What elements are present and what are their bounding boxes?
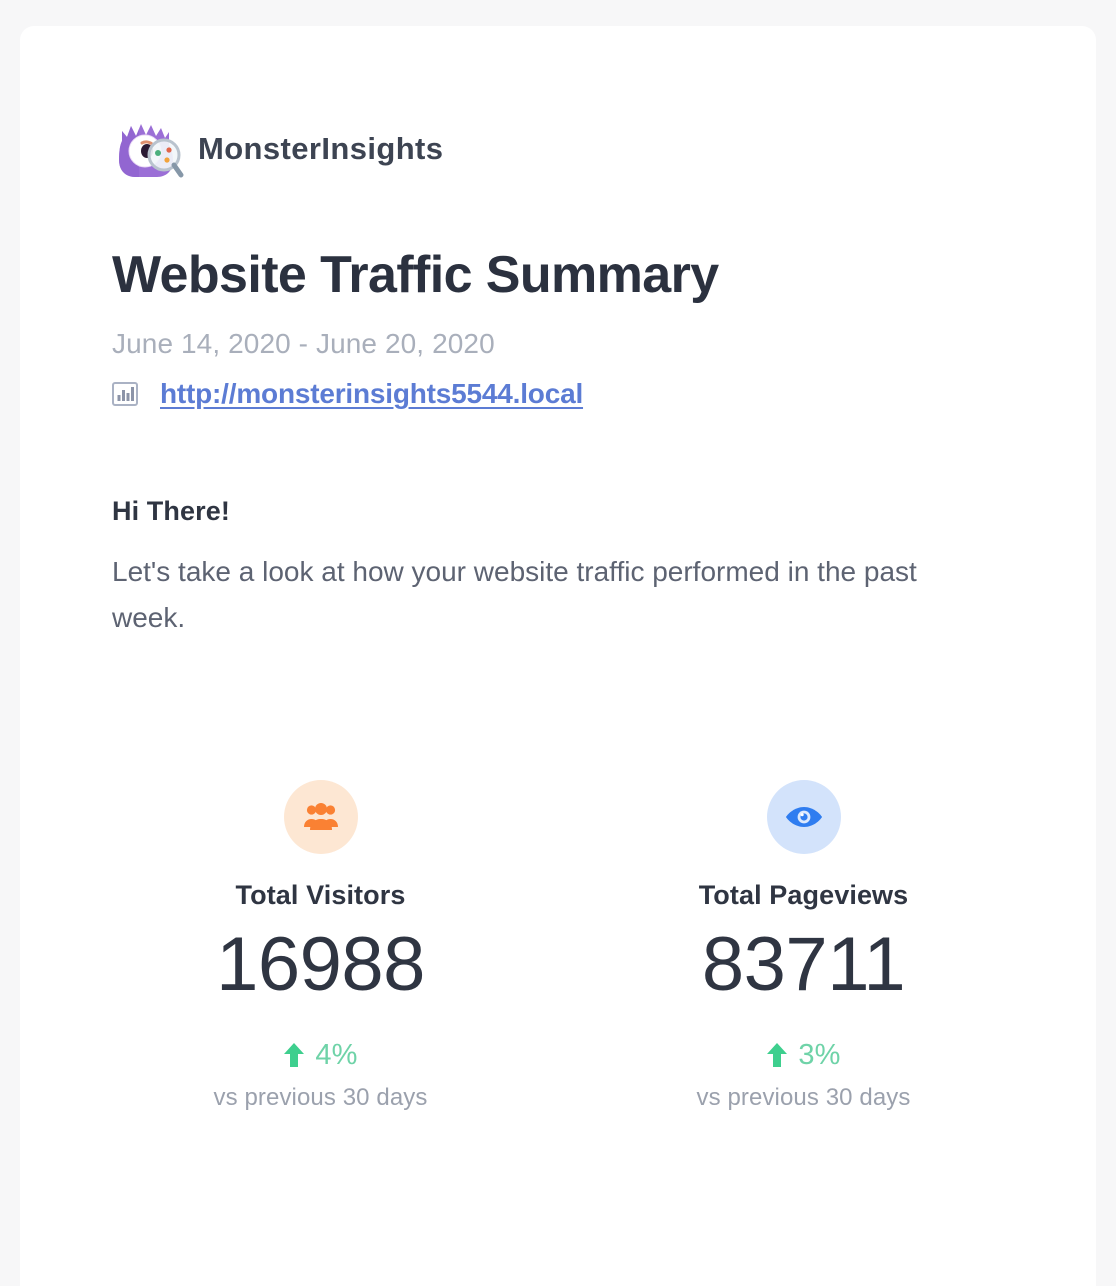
stats-grid: Total Visitors 16988 4% vs previous 30 d… bbox=[112, 640, 1026, 1112]
site-url-link[interactable]: http://monsterinsights5544.local bbox=[160, 378, 583, 410]
stat-card-total-pageviews: Total Pageviews 83711 3% vs previous 30 … bbox=[569, 779, 1026, 1112]
eye-icon bbox=[785, 804, 823, 830]
site-url-row: http://monsterinsights5544.local bbox=[112, 360, 1026, 410]
bar-chart-icon bbox=[112, 381, 138, 407]
stat-label: Total Pageviews bbox=[698, 879, 909, 910]
arrow-up-icon bbox=[283, 1042, 305, 1068]
stat-delta: 3% bbox=[581, 1005, 1026, 1072]
stat-value: 83711 bbox=[701, 921, 906, 1007]
stat-delta-value: 3% bbox=[798, 1038, 841, 1071]
brand-header: MonsterInsights bbox=[112, 112, 1026, 186]
users-group-icon bbox=[303, 801, 339, 833]
page-title: Website Traffic Summary bbox=[112, 246, 719, 304]
stat-compare-label: vs previous 30 days bbox=[696, 1083, 911, 1111]
visitors-badge bbox=[283, 779, 358, 854]
date-range: June 14, 2020 - June 20, 2020 bbox=[112, 327, 495, 359]
intro-text: Let's take a look at how your website tr… bbox=[112, 556, 917, 633]
stat-card-total-visitors: Total Visitors 16988 4% vs previous 30 d… bbox=[112, 779, 569, 1112]
stat-compare-label: vs previous 30 days bbox=[213, 1083, 428, 1111]
greeting-text: Hi There! bbox=[112, 496, 230, 527]
brand-name: MonsterInsights bbox=[198, 131, 444, 166]
stat-value: 16988 bbox=[216, 921, 425, 1007]
pageviews-badge bbox=[766, 779, 841, 854]
arrow-up-icon bbox=[766, 1042, 788, 1068]
monsterinsights-monster-logo-icon bbox=[112, 115, 184, 183]
stat-delta: 4% bbox=[112, 1005, 529, 1072]
stat-delta-value: 4% bbox=[315, 1038, 358, 1071]
stat-label: Total Visitors bbox=[235, 879, 406, 910]
email-card: MonsterInsights Website Traffic Summary … bbox=[20, 26, 1096, 1286]
email-content: MonsterInsights Website Traffic Summary … bbox=[20, 26, 1096, 1112]
